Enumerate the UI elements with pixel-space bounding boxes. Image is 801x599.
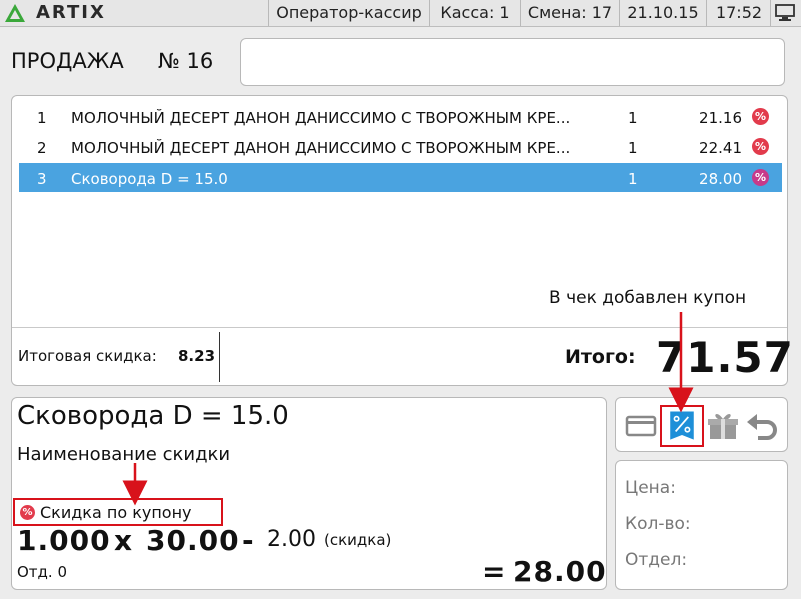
department-label: Отдел: [625, 550, 688, 570]
coupon-discount-icon: % [20, 505, 35, 520]
multiply-sign: x [114, 524, 133, 557]
sale-title: ПРОДАЖА [11, 49, 124, 73]
receipt-row[interactable]: 2 МОЛОЧНЫЙ ДЕСЕРТ ДАНОН ДАНИССИМО С ТВОР… [19, 132, 782, 161]
item-quantity: 1.000 [17, 524, 111, 557]
total-discount-label: Итоговая скидка: [18, 347, 157, 365]
row-price: 22.41 [699, 139, 742, 157]
receipt-row-selected[interactable]: 3 Сковорода D = 15.0 1 28.00 % [19, 163, 782, 192]
payment-card-icon[interactable] [623, 406, 659, 444]
row-name: Сковорода D = 15.0 [71, 170, 228, 188]
coupon-discount-label: Скидка по купону [40, 503, 192, 522]
item-discount: 2.00 [267, 527, 316, 552]
equals-sign: = [482, 555, 506, 588]
barcode-input[interactable] [240, 38, 785, 86]
date-status: 21.10.15 [619, 0, 706, 26]
register-status: Касса: 1 [429, 0, 520, 26]
discount-heading: Наименование скидки [17, 444, 231, 465]
discount-badge-icon: % [752, 138, 769, 155]
row-price: 21.16 [699, 109, 742, 127]
sale-number: № 16 [158, 49, 214, 73]
discount-note: (скидка) [324, 531, 392, 549]
divider [219, 332, 220, 382]
receipt-row[interactable]: 1 МОЛОЧНЫЙ ДЕСЕРТ ДАНОН ДАНИССИМО С ТВОР… [19, 102, 782, 131]
item-unit-price: 30.00 [146, 524, 240, 557]
row-qty: 1 [628, 109, 638, 127]
discount-badge-icon: % [752, 108, 769, 125]
shift-status: Смена: 17 [520, 0, 619, 26]
row-number: 1 [37, 109, 47, 127]
row-number: 2 [37, 139, 47, 157]
discount-badge-icon: % [752, 169, 769, 186]
row-name: МОЛОЧНЫЙ ДЕСЕРТ ДАНОН ДАНИССИМО С ТВОРОЖ… [71, 139, 571, 157]
time-status: 17:52 [706, 0, 771, 26]
app-logo: ARTIX [36, 2, 106, 23]
total-label: Итого: [565, 346, 636, 368]
total-discount-value: 8.23 [178, 347, 216, 365]
operator-status: Оператор-кассир [268, 0, 429, 26]
coupon-added-annotation: В чек добавлен купон [549, 288, 747, 308]
price-label: Цена: [625, 478, 676, 498]
undo-icon[interactable] [745, 406, 781, 444]
row-name: МОЛОЧНЫЙ ДЕСЕРТ ДАНОН ДАНИССИМО С ТВОРОЖ… [71, 109, 571, 127]
row-qty: 1 [628, 139, 638, 157]
desktop-icon[interactable] [774, 4, 796, 22]
quantity-label: Кол-во: [625, 514, 691, 534]
row-price: 28.00 [699, 170, 742, 188]
item-department: Отд. 0 [17, 563, 67, 581]
divider [12, 327, 787, 328]
item-total: 28.00 [513, 555, 607, 588]
item-name: Сковорода D = 15.0 [17, 401, 289, 431]
discount-coupon-icon[interactable] [660, 405, 704, 447]
total-value: 71.57 [656, 333, 794, 382]
artix-logo-icon [5, 4, 25, 22]
minus-sign: - [242, 524, 254, 557]
row-qty: 1 [628, 170, 638, 188]
gift-box-icon[interactable] [705, 406, 741, 444]
row-number: 3 [37, 170, 47, 188]
